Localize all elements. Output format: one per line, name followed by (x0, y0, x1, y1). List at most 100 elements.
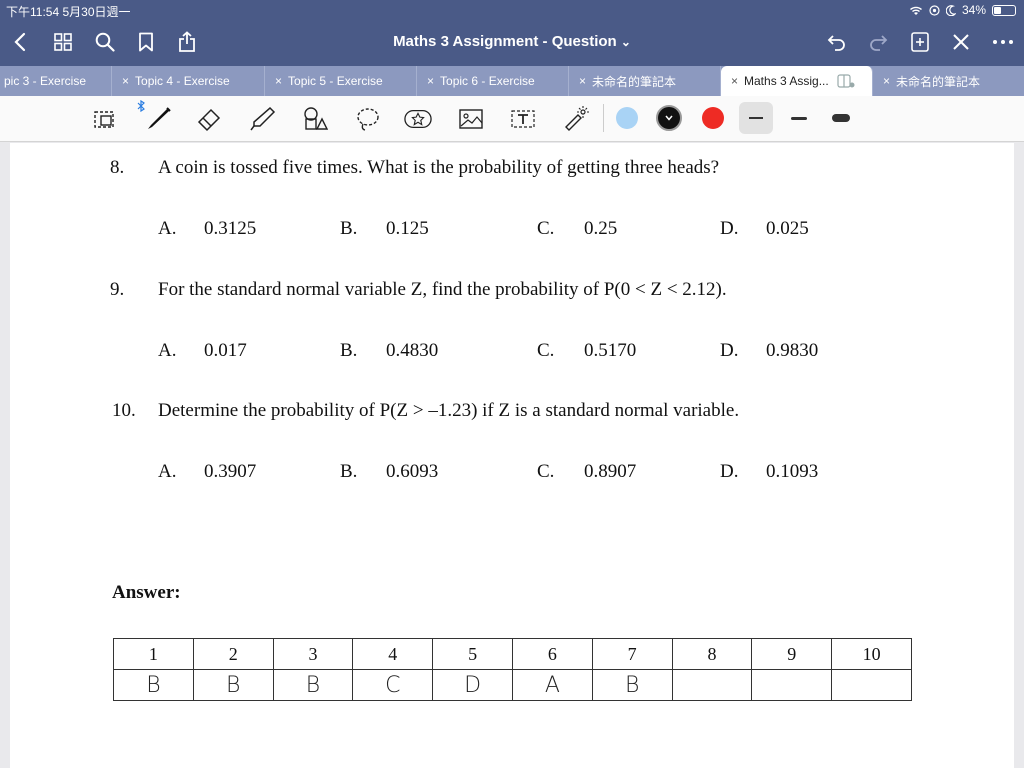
question-number: 9. (110, 279, 125, 300)
close-tab-icon[interactable]: × (122, 74, 129, 88)
option-letter: D. (720, 340, 739, 361)
document-title[interactable]: Maths 3 Assignment - Question ⌄ (393, 33, 631, 50)
question-number: 8. (110, 157, 125, 178)
tab-1[interactable]: × Topic 4 - Exercise (112, 66, 265, 96)
answer-table: 1 2 3 4 5 6 7 8 9 10 B B B C D A B (113, 638, 912, 701)
color-swatch-black-selected[interactable] (656, 105, 682, 131)
question-text: A coin is tossed five times. What is the… (158, 157, 720, 178)
shapes-icon (304, 107, 328, 130)
option-letter: D. (720, 461, 739, 482)
handwritten-answer[interactable]: C (352, 669, 434, 701)
answer-header-cell: 6 (511, 638, 593, 670)
eraser-tool[interactable] (195, 106, 223, 132)
option-value: 0.125 (386, 218, 429, 239)
navigation-bar: 下午11:54 5月30日週一 34% Maths 3 Assignment -… (0, 0, 1024, 66)
option-value: 0.3907 (204, 461, 257, 482)
close-tab-icon[interactable]: × (883, 74, 890, 88)
add-page-icon (911, 32, 929, 52)
handwritten-answer[interactable] (831, 669, 912, 701)
option-letter: A. (158, 218, 177, 239)
close-icon (953, 34, 969, 50)
add-page-button[interactable] (908, 30, 932, 54)
close-tab-icon[interactable]: × (579, 74, 586, 88)
text-icon (511, 110, 535, 128)
battery-icon (992, 4, 1016, 16)
option-value: 0.017 (204, 340, 247, 361)
question-text: For the standard normal variable Z, find… (158, 279, 727, 300)
answer-header-cell: 4 (352, 638, 434, 670)
image-icon (459, 109, 483, 129)
search-button[interactable] (93, 30, 117, 54)
close-tool-button[interactable] (949, 30, 973, 54)
answer-label: Answer: (112, 582, 181, 603)
more-icon (993, 40, 1013, 44)
tab-0[interactable]: pic 3 - Exercise (0, 66, 112, 96)
search-icon (95, 32, 115, 52)
back-button[interactable] (8, 30, 32, 54)
color-swatch-red[interactable] (702, 107, 724, 129)
answer-header-cell: 7 (591, 638, 673, 670)
stroke-medium[interactable] (782, 102, 816, 134)
tab-2[interactable]: × Topic 5 - Exercise (265, 66, 417, 96)
toolbar-divider (603, 104, 604, 132)
tab-3[interactable]: × Topic 6 - Exercise (417, 66, 569, 96)
grid-view-button[interactable] (51, 30, 75, 54)
handwritten-answer[interactable]: B (272, 669, 354, 701)
text-tool[interactable] (509, 106, 537, 132)
chevron-down-icon: ⌄ (620, 35, 631, 49)
location-icon (929, 4, 940, 16)
answer-header-cell: 8 (671, 638, 753, 670)
stroke-thin-line (749, 117, 763, 119)
image-tool[interactable] (457, 106, 485, 132)
chevron-down-icon (665, 115, 673, 121)
tab-5-active[interactable]: × Maths 3 Assig... (721, 66, 873, 96)
laser-pointer-tool[interactable] (562, 106, 590, 132)
share-button[interactable] (175, 30, 199, 54)
handwritten-answer[interactable]: A (511, 669, 593, 701)
option-letter: C. (537, 461, 555, 482)
highlighter-tool[interactable] (248, 106, 276, 132)
shapes-tool[interactable] (301, 106, 329, 132)
handwritten-answer[interactable] (751, 669, 833, 701)
bookmark-icon (139, 32, 153, 52)
lasso-select-tool[interactable] (91, 106, 119, 132)
answer-header-cell: 2 (192, 638, 274, 670)
undo-icon (827, 35, 845, 51)
handwritten-answer[interactable]: D (432, 669, 513, 701)
option-value: 0.8907 (584, 461, 637, 482)
handwritten-answer[interactable]: B (192, 669, 274, 701)
option-value: 0.025 (766, 218, 809, 239)
handwritten-answer[interactable] (671, 669, 753, 701)
pen-tool[interactable] (143, 106, 171, 132)
split-view-icon[interactable] (837, 74, 855, 88)
more-button[interactable] (991, 30, 1015, 54)
lasso-tool[interactable] (354, 106, 382, 132)
redo-icon (870, 35, 888, 51)
answer-header-cell: 1 (113, 638, 194, 670)
option-letter: A. (158, 340, 177, 361)
undo-button[interactable] (825, 30, 849, 54)
highlighter-icon (250, 106, 276, 131)
stroke-thin-selected[interactable] (739, 102, 773, 134)
lasso-icon (357, 108, 379, 131)
handwritten-answer[interactable]: B (591, 669, 673, 701)
handwritten-answer[interactable]: B (113, 669, 194, 701)
bookmark-button[interactable] (134, 30, 158, 54)
document-page[interactable]: 8. A coin is tossed five times. What is … (10, 143, 1014, 768)
close-tab-icon[interactable]: × (731, 74, 738, 88)
tab-6[interactable]: × 未命名的筆記本 (873, 66, 1024, 96)
answer-row: B B B C D A B (113, 669, 912, 701)
option-value: 0.1093 (766, 461, 819, 482)
option-value: 0.5170 (584, 340, 637, 361)
color-swatch-light-blue[interactable] (616, 107, 638, 129)
option-value: 0.6093 (386, 461, 439, 482)
redo-button[interactable] (866, 30, 890, 54)
option-letter: D. (720, 218, 739, 239)
close-tab-icon[interactable]: × (275, 74, 282, 88)
sticker-tool[interactable] (404, 106, 432, 132)
grid-icon (54, 33, 72, 51)
close-tab-icon[interactable]: × (427, 74, 434, 88)
stroke-thick[interactable] (824, 102, 858, 134)
tab-4[interactable]: × 未命名的筆記本 (569, 66, 721, 96)
option-value: 0.25 (584, 218, 618, 239)
